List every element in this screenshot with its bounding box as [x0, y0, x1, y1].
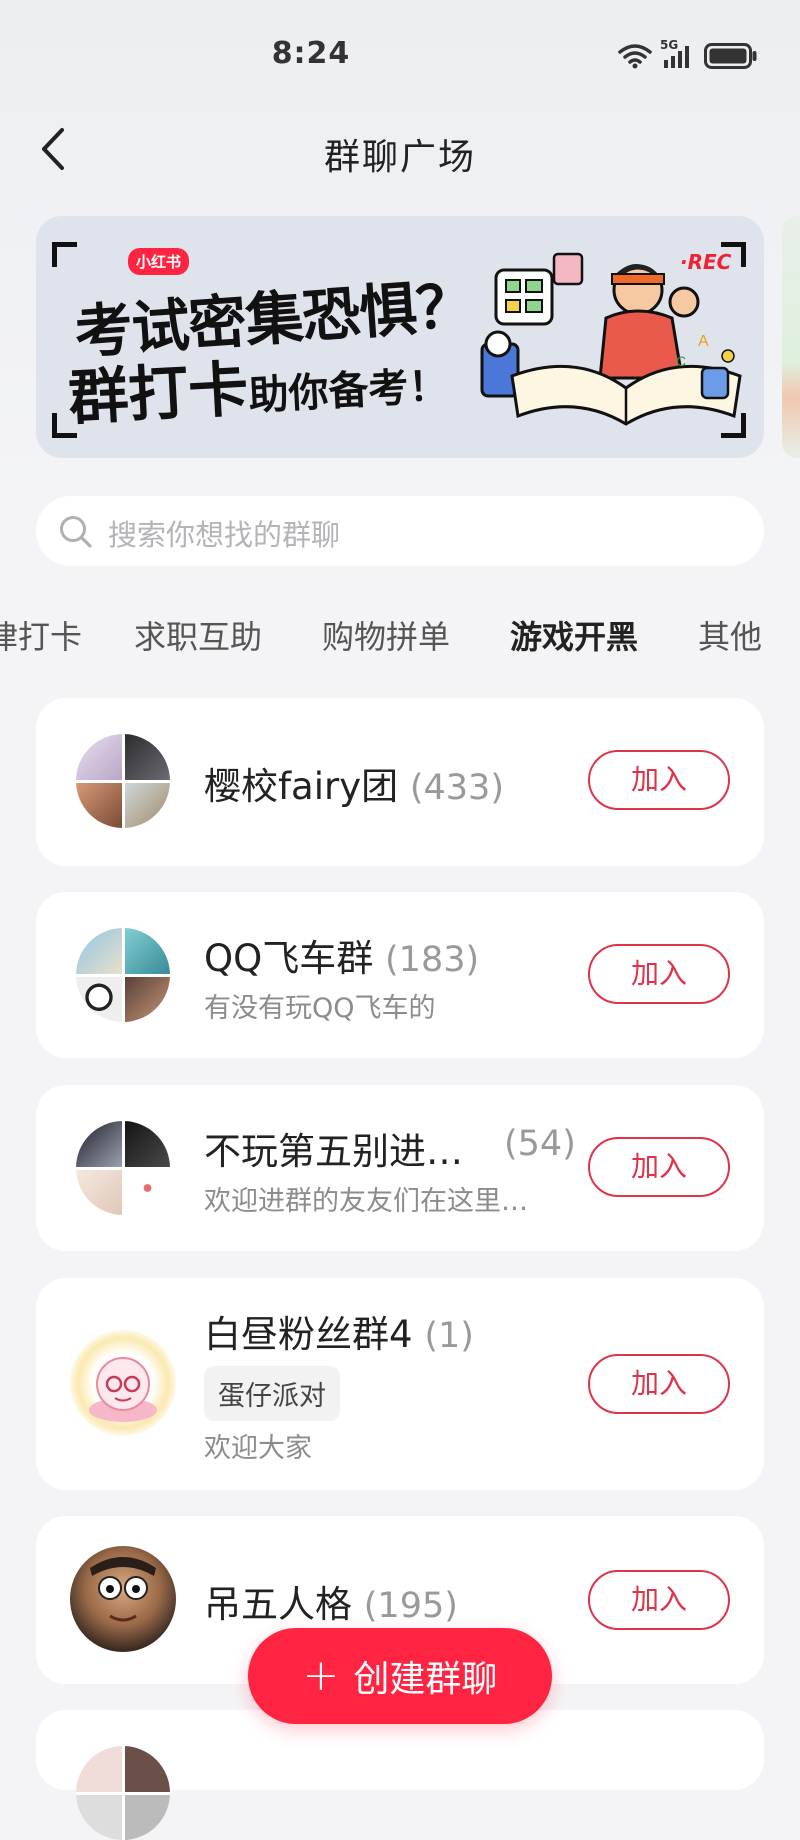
search-bar[interactable]: 搜索你想找的群聊 — [36, 496, 764, 566]
group-avatar — [76, 734, 170, 828]
svg-text:A: A — [698, 333, 709, 350]
mascot-icon — [89, 1357, 157, 1422]
battery-icon — [704, 43, 757, 69]
tab-other[interactable]: 其他 — [698, 612, 762, 658]
banner-headline-2: 群打卡助你备考！ — [66, 330, 450, 437]
group-card[interactable]: QQ飞车群 (183) 有没有玩QQ飞车的 加入 — [36, 892, 764, 1058]
group-name: 不玩第五别进… — [204, 1121, 463, 1175]
group-description: 欢迎大家 — [204, 1433, 312, 1464]
frame-corner — [52, 242, 77, 267]
promo-banner[interactable]: 小红书 ·REC 考试密集恐惧？ 群打卡助你备考！ A C — [36, 216, 764, 458]
tab-group-buying[interactable]: 购物拼单 — [322, 612, 450, 658]
cellular-icon: 5G — [660, 38, 696, 70]
group-avatar — [76, 1746, 170, 1840]
join-button[interactable]: 加入 — [588, 1137, 730, 1197]
next-banner-peek[interactable] — [782, 216, 800, 458]
create-group-button[interactable]: + 创建群聊 — [248, 1628, 552, 1724]
group-card[interactable]: 樱校fairy团 (433) 加入 — [36, 698, 764, 866]
member-count-wrap: (54) — [504, 1121, 576, 1164]
studying-illustration: A C — [480, 252, 742, 426]
search-input[interactable]: 搜索你想找的群聊 — [108, 512, 340, 554]
banner-headline-2-big: 群打卡 — [66, 354, 251, 434]
group-avatar — [70, 1330, 176, 1436]
group-avatar — [76, 1121, 170, 1215]
member-count: (54) — [504, 1124, 576, 1164]
join-button[interactable]: 加入 — [588, 750, 730, 810]
group-avatar — [70, 1546, 176, 1652]
svg-text:C: C — [676, 353, 686, 369]
status-icons: 5G — [618, 38, 758, 70]
status-time: 8:24 — [271, 36, 351, 71]
character-face-icon — [90, 1557, 156, 1622]
join-button[interactable]: 加入 — [588, 944, 730, 1004]
group-name-text: 吊五人格 — [204, 1583, 352, 1626]
group-avatar — [76, 928, 170, 1022]
member-count: (195) — [363, 1586, 458, 1626]
group-name: 樱校fairy团 (433) — [204, 756, 504, 810]
group-description: 有没有玩QQ飞车的 — [204, 993, 436, 1024]
create-group-label: 创建群聊 — [353, 1659, 498, 1700]
page-title: 群聊广场 — [323, 137, 476, 178]
group-name-text: 白昼粉丝群4 — [204, 1313, 413, 1356]
group-name: 吊五人格 (195) — [204, 1574, 458, 1628]
group-description: 欢迎进群的友友们在这里… — [204, 1186, 528, 1217]
group-name: QQ飞车群 (183) — [204, 928, 479, 982]
brand-badge: 小红书 — [128, 248, 190, 275]
join-button[interactable]: 加入 — [588, 1570, 730, 1630]
member-count: (183) — [385, 940, 480, 980]
group-name: 白昼粉丝群4 (1) — [204, 1304, 474, 1358]
group-name-text: QQ飞车群 — [204, 937, 374, 980]
group-name-text: 樱校fairy团 — [204, 765, 399, 808]
tab-gaming[interactable]: 游戏开黑 — [510, 612, 638, 658]
wifi-icon — [618, 44, 652, 69]
tab-study-checkin[interactable]: 律打卡 — [0, 612, 82, 658]
group-name-text: 不玩第五别进… — [204, 1130, 463, 1173]
member-count: (433) — [409, 768, 504, 808]
plus-icon: + — [302, 1650, 340, 1701]
join-button[interactable]: 加入 — [588, 1354, 730, 1414]
game-tag: 蛋仔派对 — [204, 1366, 340, 1421]
group-card[interactable]: 不玩第五别进… (54) 欢迎进群的友友们在这里… 加入 — [36, 1085, 764, 1251]
tab-job-help[interactable]: 求职互助 — [134, 612, 262, 658]
banner-headline-2-small: 助你备考！ — [247, 363, 450, 420]
group-card[interactable]: 白昼粉丝群4 (1) 蛋仔派对 欢迎大家 加入 — [36, 1278, 764, 1490]
search-icon — [60, 516, 92, 548]
member-count: (1) — [424, 1316, 474, 1356]
